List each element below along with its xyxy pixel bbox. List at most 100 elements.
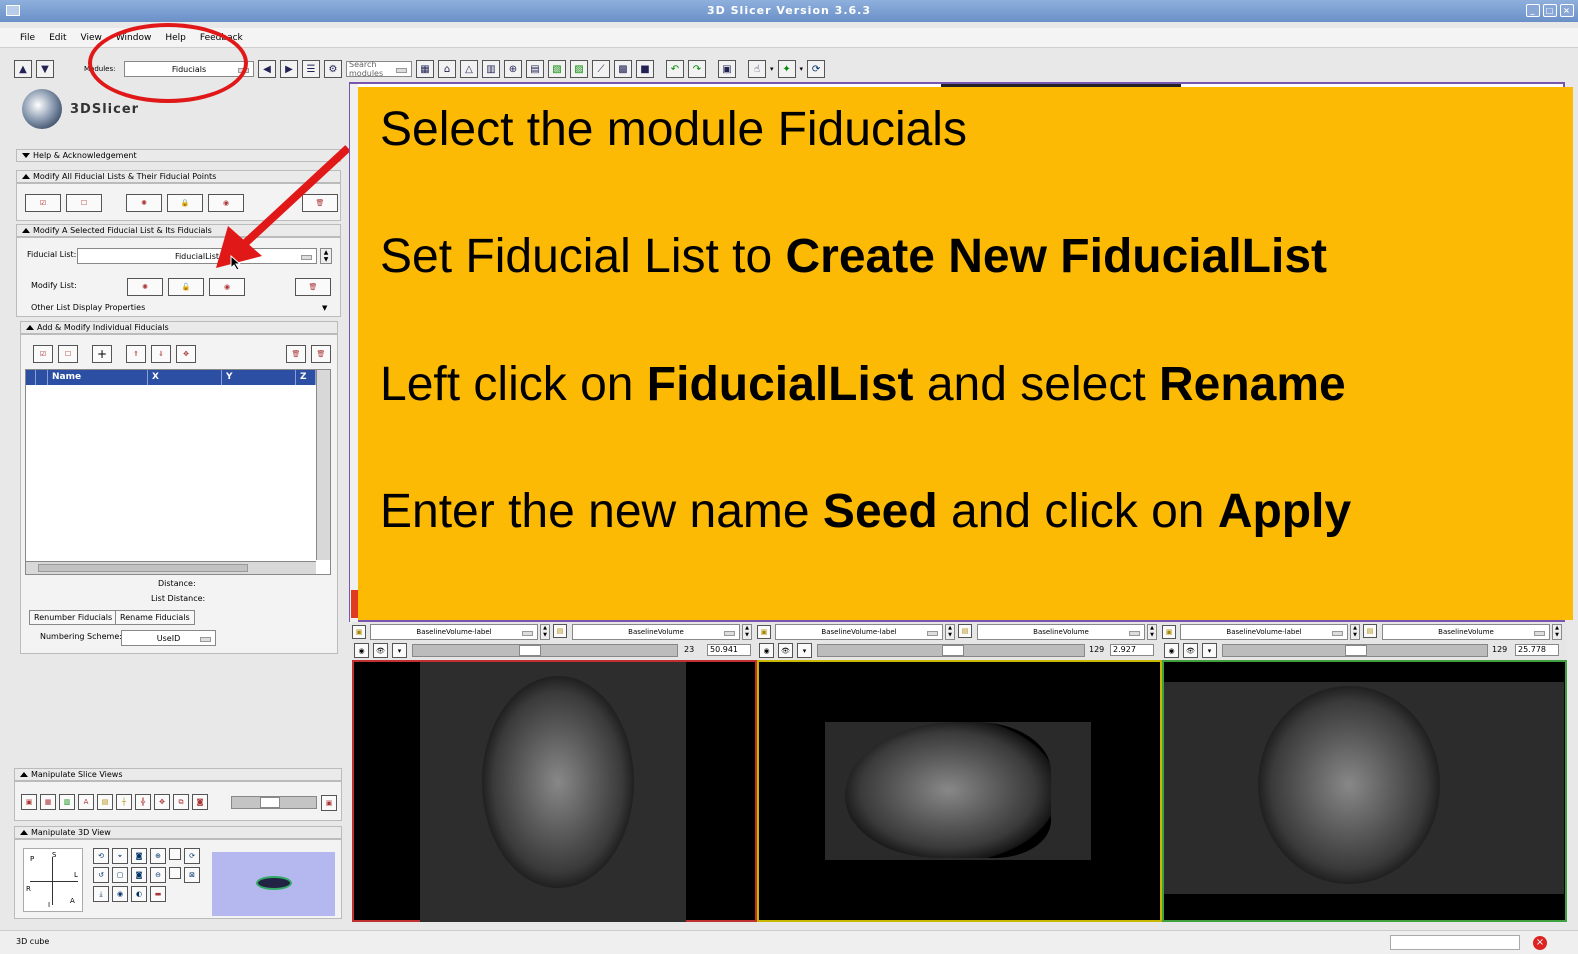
other-props-expand-icon[interactable]: ▼: [322, 304, 327, 312]
fg-bg-toggle-icon[interactable]: ▤: [958, 624, 972, 638]
label-volume-select[interactable]: BaselineVolume-label: [1180, 624, 1348, 640]
next-module-icon[interactable]: ▶: [280, 60, 298, 78]
panel-splitter[interactable]: [350, 84, 358, 624]
numbering-scheme-select[interactable]: UseID: [121, 630, 216, 646]
menu-edit[interactable]: Edit: [49, 33, 66, 43]
slice-visibility-icon[interactable]: ◉: [1164, 643, 1179, 658]
label-opacity-spin-icon[interactable]: ▲ ▼: [945, 624, 955, 640]
close-icon[interactable]: ×: [1560, 4, 1574, 17]
list-lock-icon[interactable]: 🔓: [168, 278, 204, 296]
volume-select[interactable]: BaselineVolume: [1382, 624, 1550, 640]
models-icon[interactable]: △: [460, 60, 478, 78]
z-column-header[interactable]: Z: [296, 370, 316, 385]
spin-checkbox[interactable]: [169, 848, 181, 860]
label-opacity-spin-icon[interactable]: ▲ ▼: [540, 624, 550, 640]
editor-icon[interactable]: ▧: [548, 60, 566, 78]
menu-file[interactable]: File: [20, 33, 35, 43]
deselect-all-fiducials-icon[interactable]: ☐: [66, 194, 102, 212]
slice-fg-icon[interactable]: ▥: [59, 794, 75, 810]
spin-icon[interactable]: ⟳: [184, 848, 200, 864]
roll-icon[interactable]: ↺: [93, 867, 109, 883]
list-visibility-icon[interactable]: ✺: [127, 278, 163, 296]
volumes-icon[interactable]: ▥: [482, 60, 500, 78]
slice-view-green[interactable]: ▣ BaselineVolume-label ▲ ▼ ▤ BaselineVolu…: [1162, 622, 1567, 922]
grid-icon[interactable]: ▩: [614, 60, 632, 78]
orient-a[interactable]: A: [70, 897, 75, 905]
slice-menu-icon[interactable]: ▾: [392, 643, 407, 658]
volume-select[interactable]: BaselineVolume: [572, 624, 740, 640]
slice-image[interactable]: [1162, 660, 1567, 922]
x-column-header[interactable]: X: [148, 370, 222, 385]
stereo-icon[interactable]: ◐: [131, 886, 147, 902]
rename-fiducials-button[interactable]: Rename Fiducials: [115, 610, 195, 625]
camera-icon[interactable]: ◙: [131, 848, 147, 864]
add-modify-section-header[interactable]: Add & Modify Individual Fiducials: [20, 321, 338, 334]
pitch-icon[interactable]: ⤓: [93, 886, 109, 902]
move-icon[interactable]: ✥: [176, 345, 196, 363]
prev-module-icon[interactable]: ◀: [258, 60, 276, 78]
fg-bg-toggle-icon[interactable]: ▤: [1363, 624, 1377, 638]
slice-grid-icon[interactable]: ╬: [135, 794, 151, 810]
slice-layout-icon[interactable]: ▦: [40, 794, 56, 810]
move-down-icon[interactable]: ⇓: [151, 345, 171, 363]
undo-icon[interactable]: ↶: [666, 60, 684, 78]
slice-offset-input[interactable]: 50.941: [707, 644, 751, 656]
slice-eye-icon[interactable]: 👁: [373, 643, 388, 658]
label-volume-select[interactable]: BaselineVolume-label: [370, 624, 538, 640]
data-module-icon[interactable]: ▦: [416, 60, 434, 78]
slice-menu-icon[interactable]: ▾: [797, 643, 812, 658]
refresh-icon[interactable]: ⟳: [807, 60, 826, 78]
slice-label-icon[interactable]: A: [78, 794, 94, 810]
slice-pin-icon[interactable]: ▣: [757, 625, 771, 639]
volume-spin-icon[interactable]: ▲ ▼: [1552, 624, 1562, 640]
rock-checkbox[interactable]: [169, 867, 181, 879]
add-fiducial-icon[interactable]: +: [92, 345, 112, 363]
menu-view[interactable]: View: [81, 33, 102, 43]
axes-icon[interactable]: ▬: [150, 886, 166, 902]
slice-pin-icon[interactable]: ▣: [352, 625, 366, 639]
rock-icon[interactable]: ⊠: [184, 867, 200, 883]
list-view-icon[interactable]: ◉: [209, 278, 245, 296]
volume-select[interactable]: BaselineVolume: [977, 624, 1145, 640]
slice-view-red[interactable]: ▣ BaselineVolume-label ▲ ▼ ▤ BaselineVolu…: [352, 622, 757, 922]
slice-offset-slider[interactable]: [412, 644, 678, 657]
center-icon[interactable]: ⌖: [112, 848, 128, 864]
redo-icon[interactable]: ↷: [688, 60, 706, 78]
window-menu-icon[interactable]: [6, 5, 20, 16]
error-log-icon[interactable]: ×: [1533, 936, 1547, 950]
zoom-out-icon[interactable]: ⊖: [150, 867, 166, 883]
mouse-mode-icon[interactable]: ☝: [748, 60, 766, 78]
measure-icon[interactable]: ▨: [570, 60, 588, 78]
volume-spin-icon[interactable]: ▲ ▼: [742, 624, 752, 640]
orientation-widget[interactable]: P S R L I A: [23, 848, 83, 912]
manipulate-3d-view-header[interactable]: Manipulate 3D View: [14, 826, 342, 839]
label-volume-select[interactable]: BaselineVolume-label: [775, 624, 943, 640]
slice-menu-icon[interactable]: ▾: [1202, 643, 1217, 658]
slice-view-yellow[interactable]: ▣ BaselineVolume-label ▲ ▼ ▤ BaselineVolu…: [757, 622, 1162, 922]
slice-pin-icon[interactable]: ▣: [1162, 625, 1176, 639]
home-icon[interactable]: ⌂: [438, 60, 456, 78]
select-all-fiducials-icon[interactable]: ☑: [25, 194, 61, 212]
minimize-icon[interactable]: _: [1526, 4, 1540, 17]
table-icon[interactable]: ■: [636, 60, 654, 78]
slice-color-icon[interactable]: ▤: [97, 794, 113, 810]
slice-visibility-icon[interactable]: ◉: [354, 643, 369, 658]
slice-fit-icon[interactable]: ▣: [21, 794, 37, 810]
slice-eye-icon[interactable]: 👁: [1183, 643, 1198, 658]
3d-thumbnail[interactable]: [212, 852, 335, 916]
slice-offset-slider[interactable]: [817, 644, 1085, 657]
transforms-icon[interactable]: ⊕: [504, 60, 522, 78]
name-column-header[interactable]: Name: [48, 370, 148, 385]
rotate-icon[interactable]: ⟲: [93, 848, 109, 864]
deselect-fiducials-icon[interactable]: ☐: [58, 345, 78, 363]
slice-image[interactable]: [757, 660, 1162, 922]
orient-l[interactable]: L: [74, 871, 78, 879]
slice-visibility-icon[interactable]: ◉: [759, 643, 774, 658]
screenshot-icon[interactable]: ▣: [718, 60, 736, 78]
renumber-fiducials-button[interactable]: Renumber Fiducials: [29, 610, 118, 625]
save-scene-icon[interactable]: ▼: [36, 60, 54, 78]
slice-move-icon[interactable]: ✥: [154, 794, 170, 810]
place-mode-dropdown-icon[interactable]: ▾: [800, 65, 804, 73]
orient-s[interactable]: S: [52, 851, 56, 859]
zoom-in-icon[interactable]: ⊕: [150, 848, 166, 864]
